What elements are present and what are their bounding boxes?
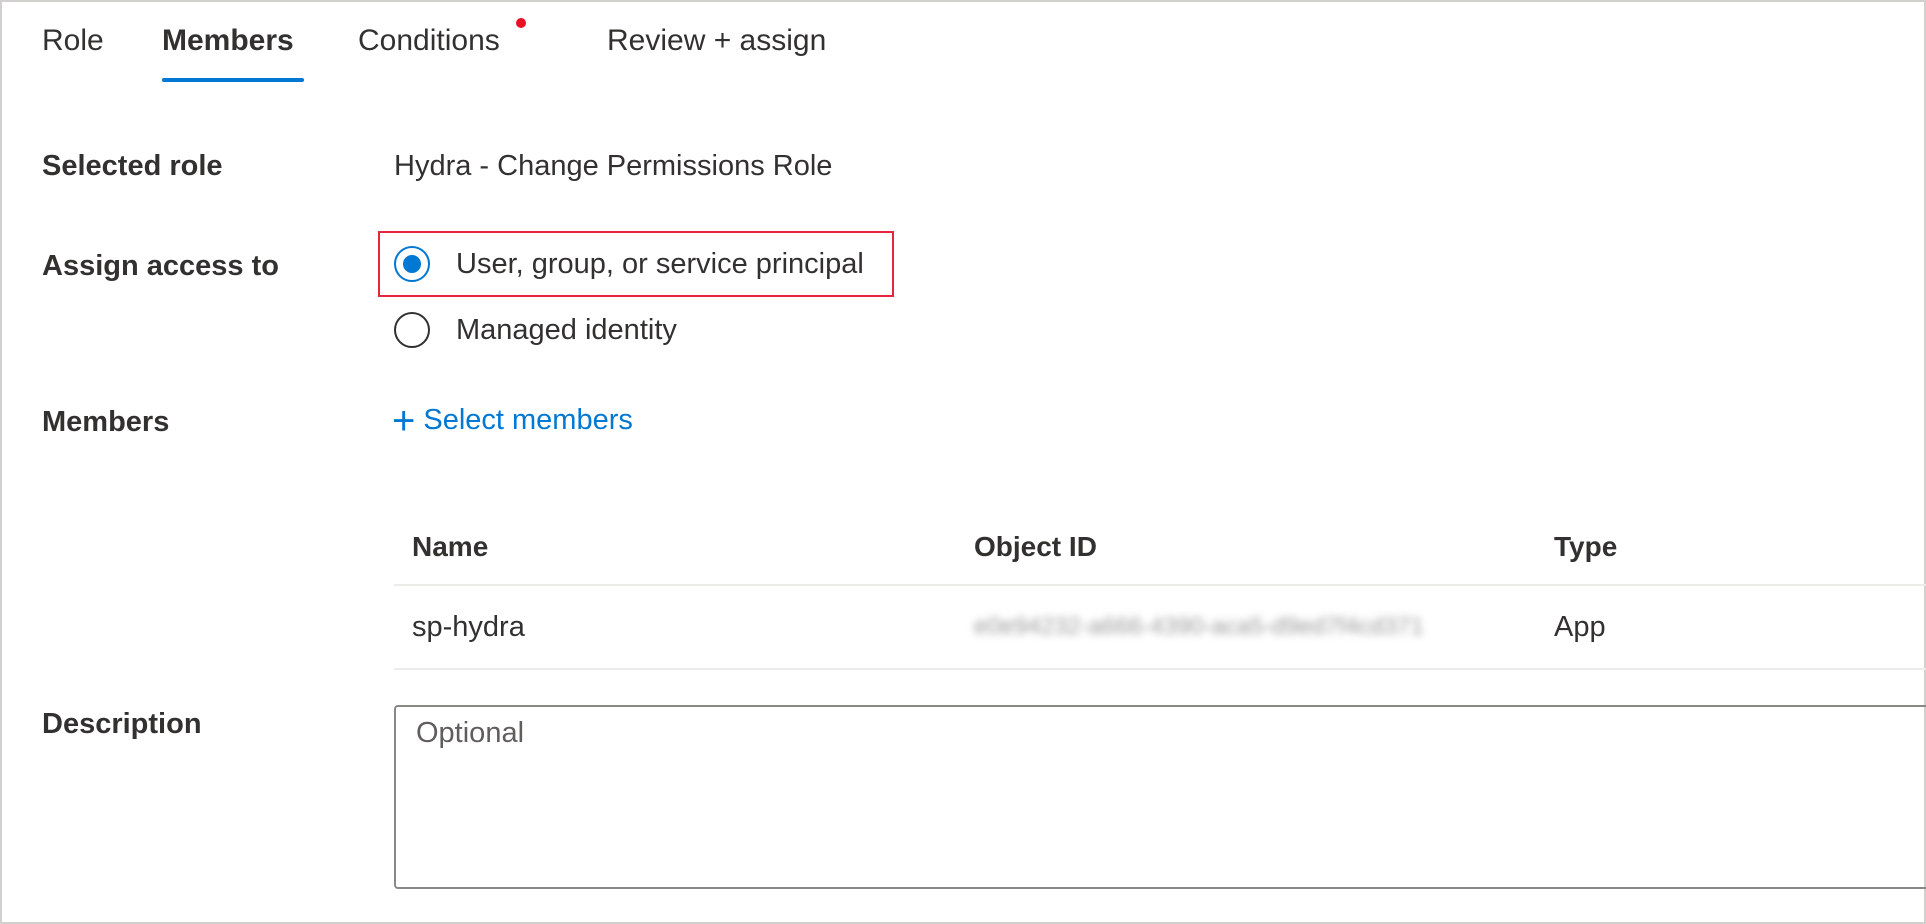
- member-object-id: e0e94232-a666-4390-aca5-d9ed7f4cd371: [974, 613, 1424, 640]
- radio-user-group-service-principal[interactable]: User, group, or service principal: [394, 242, 864, 286]
- description-label: Description: [42, 708, 202, 740]
- conditions-required-indicator: [516, 18, 526, 28]
- tab-review-assign[interactable]: Review + assign: [607, 24, 826, 58]
- table-row: sp-hydra e0e94232-a666-4390-aca5-d9ed7f4…: [394, 586, 1926, 670]
- member-type: App: [1554, 610, 1606, 643]
- description-placeholder: Optional: [416, 717, 525, 749]
- radio-label-managed-identity: Managed identity: [456, 313, 677, 346]
- members-label: Members: [42, 406, 170, 438]
- select-members-link[interactable]: + Select members: [392, 398, 633, 443]
- selected-role-label: Selected role: [42, 150, 223, 182]
- radio-unchecked-icon[interactable]: [394, 312, 430, 348]
- radio-managed-identity[interactable]: Managed identity: [394, 308, 677, 352]
- radio-label-user-group: User, group, or service principal: [456, 247, 864, 280]
- members-table: Name Object ID Type sp-hydra e0e94232-a6…: [394, 510, 1926, 670]
- tab-role[interactable]: Role: [42, 24, 104, 58]
- table-header: Name Object ID Type: [394, 510, 1926, 586]
- radio-checked-icon[interactable]: [394, 246, 430, 282]
- select-members-text: Select members: [423, 404, 633, 436]
- tab-members[interactable]: Members: [162, 24, 294, 58]
- selected-role-value: Hydra - Change Permissions Role: [394, 150, 833, 182]
- role-assignment-panel: Role Members Conditions Review + assign …: [0, 0, 1926, 924]
- column-header-type: Type: [1554, 531, 1618, 562]
- description-textarea[interactable]: Optional: [394, 705, 1926, 889]
- member-name: sp-hydra: [412, 610, 525, 643]
- assign-access-label: Assign access to: [42, 250, 279, 282]
- column-header-object-id: Object ID: [974, 531, 1097, 562]
- plus-icon: +: [392, 398, 416, 443]
- column-header-name: Name: [412, 531, 489, 562]
- tab-conditions[interactable]: Conditions: [358, 24, 500, 58]
- active-tab-indicator: [162, 78, 304, 82]
